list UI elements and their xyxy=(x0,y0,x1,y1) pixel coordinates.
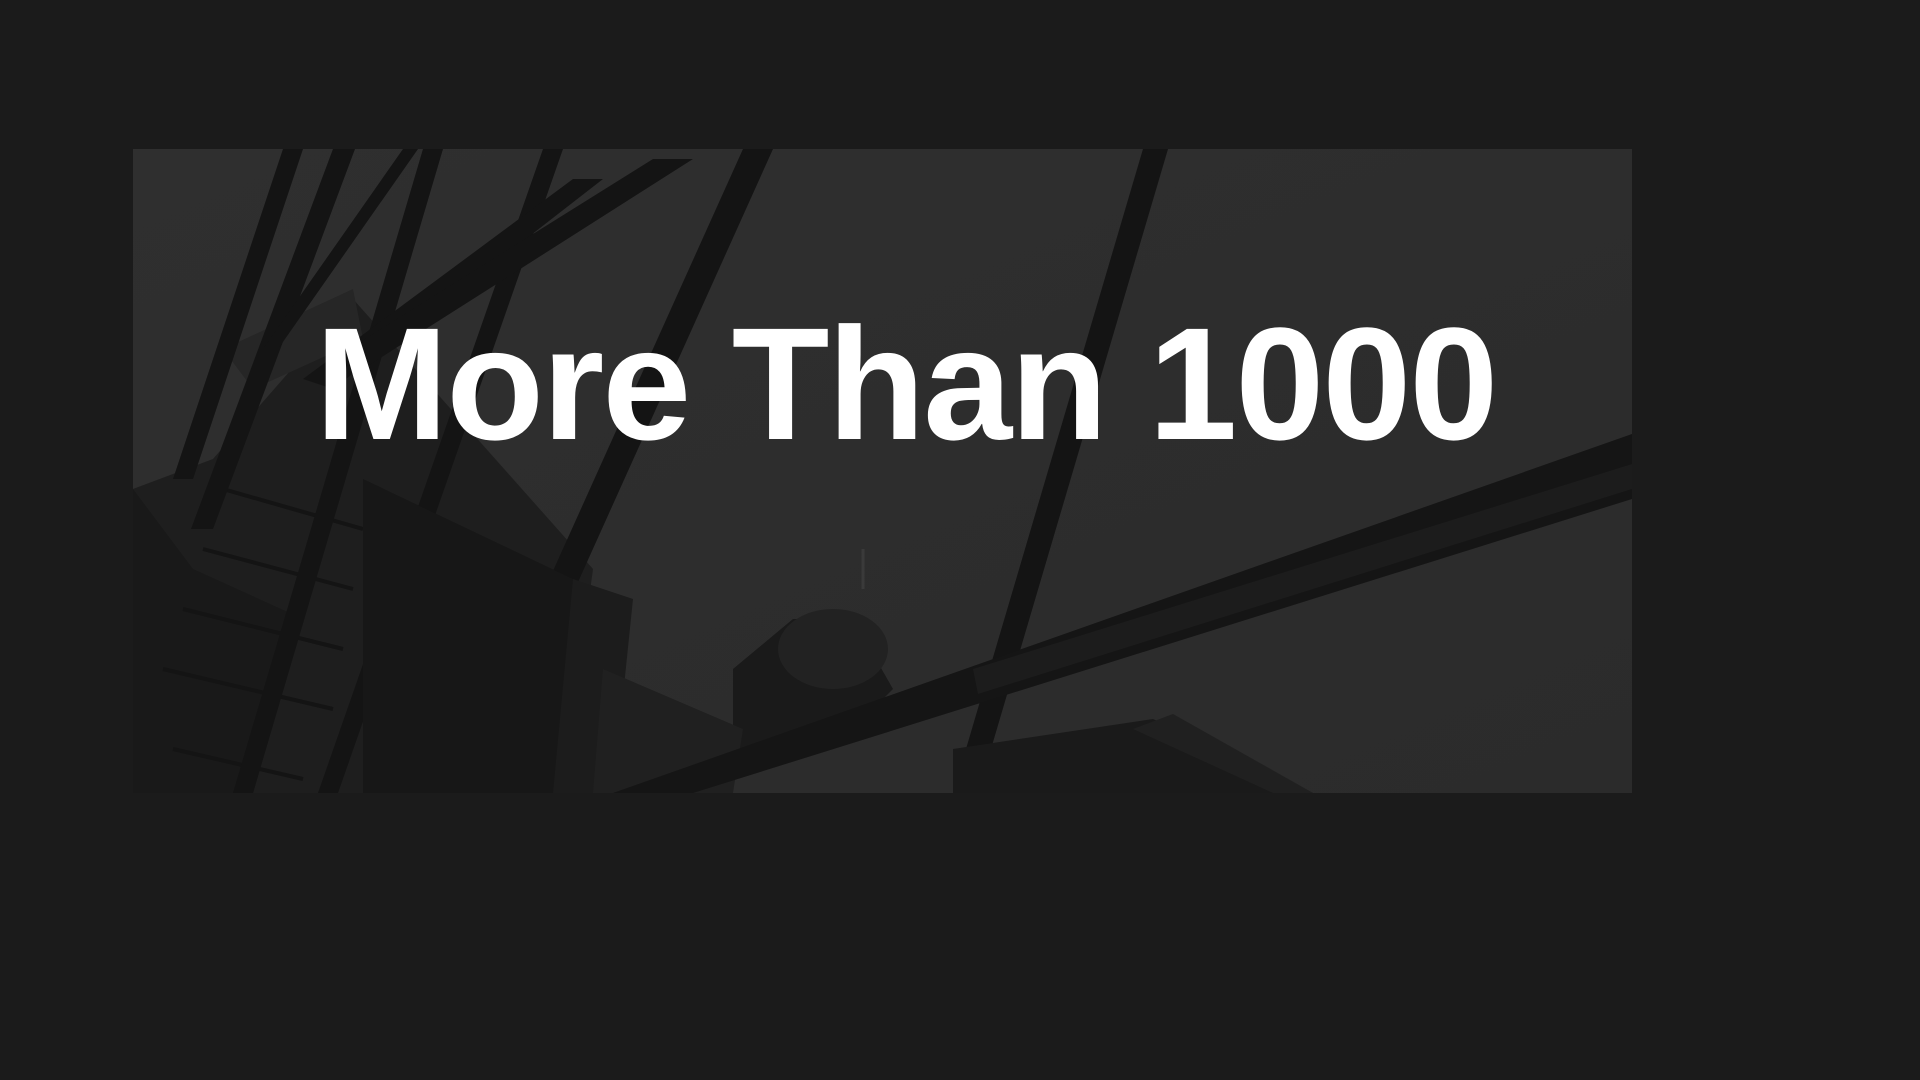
hero-banner: More Than 1000 xyxy=(133,149,1632,793)
slide-page: More Than 1000 xyxy=(0,0,1920,1080)
hero-headline: More Than 1000 xyxy=(315,294,1498,473)
